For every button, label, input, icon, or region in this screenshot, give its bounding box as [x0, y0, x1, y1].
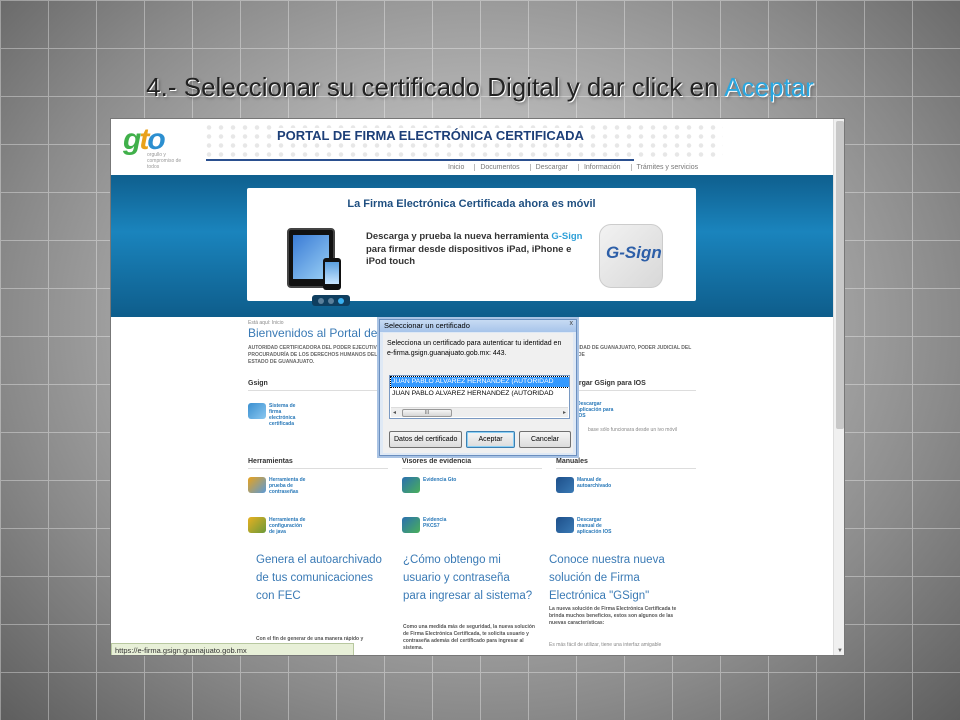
list-horizontal-scrollbar[interactable]: ◂ III ▸ [391, 407, 568, 417]
intro-text-left: AUTORIDAD CERTIFICADORA DEL PODER EJECUT… [248, 345, 383, 365]
certificate-dialog: Seleccionar un certificado x Selecciona … [379, 319, 577, 456]
gsign-app-icon: G-Sign [599, 224, 663, 288]
tool-gsign-system[interactable]: Sistema de firma electrónica certificada [248, 403, 309, 427]
tool-label: Manual de autoarchivado [577, 477, 612, 489]
header-divider [206, 159, 634, 161]
nav-documentos[interactable]: Documentos [474, 164, 520, 171]
feature-gsign-body: La nueva solución de Firma Electrónica C… [549, 606, 677, 626]
dialog-titlebar[interactable]: Seleccionar un certificado x [380, 320, 576, 332]
section-divider [248, 468, 388, 469]
tool-label: Herramienta de configuración de java [269, 517, 306, 535]
slide-title-accent: Aceptar [724, 72, 814, 102]
cancel-button[interactable]: Cancelar [519, 431, 571, 448]
portal-title: PORTAL DE FIRMA ELECTRÓNICA CERTIFICADA [273, 128, 588, 143]
feature-autoarchivado[interactable]: Genera el autoarchivado de tus comunicac… [256, 551, 386, 605]
carousel-dot[interactable] [318, 297, 324, 304]
feature-gsign-extra: Es más fácil de utilizar, tiene una inte… [549, 642, 662, 648]
banner-card[interactable]: La Firma Electrónica Certificada ahora e… [247, 188, 696, 301]
section-divider [248, 390, 388, 391]
nav-informacion[interactable]: Información [577, 164, 621, 171]
certificate-item[interactable]: JUAN PABLO ALVAREZ HERNANDEZ (AUTORIDAD [391, 389, 569, 399]
certificate-item-selected[interactable]: JUAN PABLO ALVAREZ HERNANDEZ (AUTORIDAD [390, 376, 569, 388]
scrollbar-thumb[interactable] [836, 121, 844, 429]
logo-tagline: orgullo y compromiso de todos [147, 152, 182, 170]
banner-text: Descarga y prueba la nueva herramienta G… [366, 231, 586, 269]
carousel-dot-active[interactable] [338, 297, 344, 304]
section-divider [556, 468, 696, 469]
banner-text-brand: G-Sign [551, 231, 583, 242]
certificate-details-button[interactable]: Datos del certificado [389, 431, 462, 448]
gsign-system-icon [248, 403, 266, 419]
evidence-pkcs7-icon [402, 517, 420, 533]
tool-evidence-pkcs7[interactable]: Evidencia PKCS7 [402, 517, 463, 533]
tool-label: Sistema de firma electrónica certificada [269, 403, 296, 427]
section-gsign: Gsign [248, 380, 268, 387]
section-divider [556, 390, 696, 391]
nav-inicio[interactable]: Inicio [448, 164, 464, 171]
tool-label: Herramienta de prueba de contraseñas [269, 477, 306, 495]
hero-banner: La Firma Electrónica Certificada ahora e… [111, 175, 833, 317]
feature-usuario[interactable]: ¿Cómo obtengo mi usuario y contraseña pa… [403, 551, 535, 605]
banner-text-a: Descarga y prueba la nueva herramienta [366, 231, 552, 242]
dialog-body: Selecciona un certificado para autentica… [383, 333, 573, 453]
certificate-list[interactable]: JUAN PABLO ALVAREZ HERNANDEZ (AUTORIDAD … [389, 375, 570, 419]
tool-password-test[interactable]: Herramienta de prueba de contraseñas [248, 477, 309, 495]
manual-book-icon [556, 477, 574, 493]
welcome-heading: Bienvenidos al Portal de [248, 326, 378, 340]
feature-autoarchivado-body: Con el fin de generar de una manera rápi… [256, 636, 364, 642]
tool-label: Descargar manual de aplicación IOS [577, 517, 612, 535]
nav-tramites[interactable]: Trámites y servicios [630, 164, 698, 171]
section-viewers: Visores de evidencia [402, 458, 472, 465]
feature-gsign[interactable]: Conoce nuestra nueva solución de Firma E… [549, 551, 689, 605]
banner-heading: La Firma Electrónica Certificada ahora e… [347, 198, 596, 210]
list-scroll-thumb[interactable]: III [402, 409, 452, 417]
gsign-tile-label: G-Sign [606, 243, 662, 262]
section-divider [402, 468, 542, 469]
scroll-down-arrow-icon[interactable]: ▼ [837, 648, 843, 654]
dialog-title: Seleccionar un certificado [384, 321, 470, 330]
main-nav: Inicio Documentos Descargar Información … [448, 164, 698, 171]
tool-manual-ios[interactable]: Descargar manual de aplicación IOS [556, 517, 617, 535]
browser-screenshot: gto orgullo y compromiso de todos PORTAL… [110, 118, 845, 656]
section-manuals: Manuales [556, 458, 588, 465]
nav-descargar[interactable]: Descargar [529, 164, 568, 171]
evidence-gto-icon [402, 477, 420, 493]
tool-label: Descargar aplicación para IOS [577, 401, 614, 419]
site-header: gto orgullo y compromiso de todos PORTAL… [111, 119, 833, 175]
ios-note: base sólo funcionara desde un ivo móvil [588, 427, 677, 433]
section-gsign-ios: argar GSign para IOS [575, 380, 646, 387]
carousel-dot[interactable] [328, 297, 334, 304]
browser-status-url: https://e-firma.gsign.guanajuato.gob.mx [111, 643, 354, 655]
tool-label: Evidencia Gto [423, 477, 457, 483]
accept-button[interactable]: Aceptar [466, 431, 515, 448]
slide-title-text: 4.- Seleccionar su certificado Digital y… [146, 72, 725, 102]
close-icon[interactable]: x [570, 320, 574, 327]
banner-text-b: para firmar desde dispositivos iPad, iPh… [366, 243, 572, 268]
iphone-image [323, 258, 341, 290]
tool-java-config[interactable]: Herramienta de configuración de java [248, 517, 309, 535]
password-test-icon [248, 477, 266, 493]
scroll-right-arrow-icon[interactable]: ▸ [563, 409, 566, 416]
intro-text-right: UNIVERSIDAD DE GUANAJUATO, PODER JUDICIA… [556, 345, 692, 358]
carousel-dots[interactable] [312, 295, 350, 306]
feature-usuario-body: Como una medida más de seguridad, la nue… [403, 624, 535, 651]
section-tools: Herramientas [248, 458, 293, 465]
java-icon [248, 517, 266, 533]
tool-evidence-gto[interactable]: Evidencia Gto [402, 477, 463, 493]
scroll-left-arrow-icon[interactable]: ◂ [393, 409, 396, 416]
slide-title: 4.- Seleccionar su certificado Digital y… [0, 72, 960, 103]
tool-manual-self[interactable]: Manual de autoarchivado [556, 477, 617, 493]
manual-ios-icon [556, 517, 574, 533]
tool-label: Evidencia PKCS7 [423, 517, 447, 529]
page-scrollbar[interactable]: ▼ [833, 119, 844, 655]
dialog-message: Selecciona un certificado para autentica… [387, 340, 562, 357]
